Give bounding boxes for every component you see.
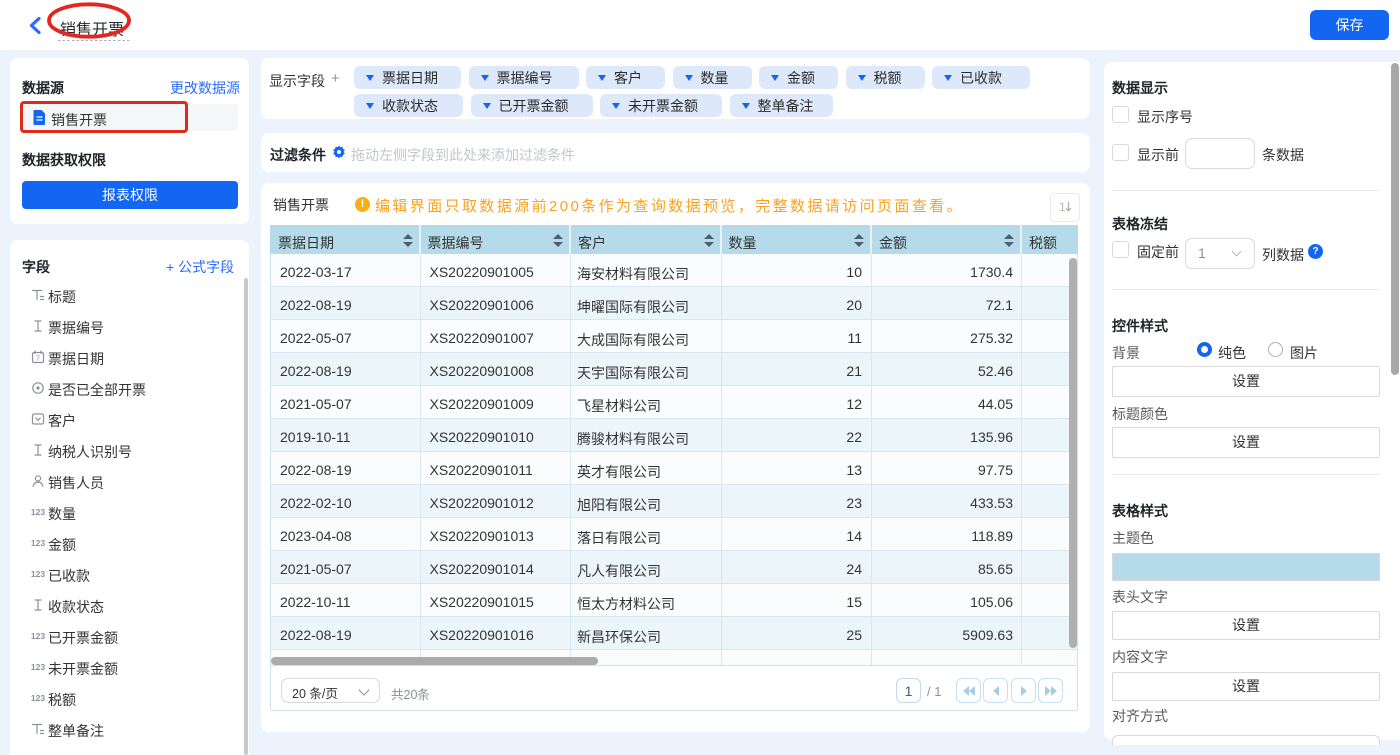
svg-text:1: 1 <box>1059 200 1066 214</box>
svg-text:7: 7 <box>36 356 40 363</box>
